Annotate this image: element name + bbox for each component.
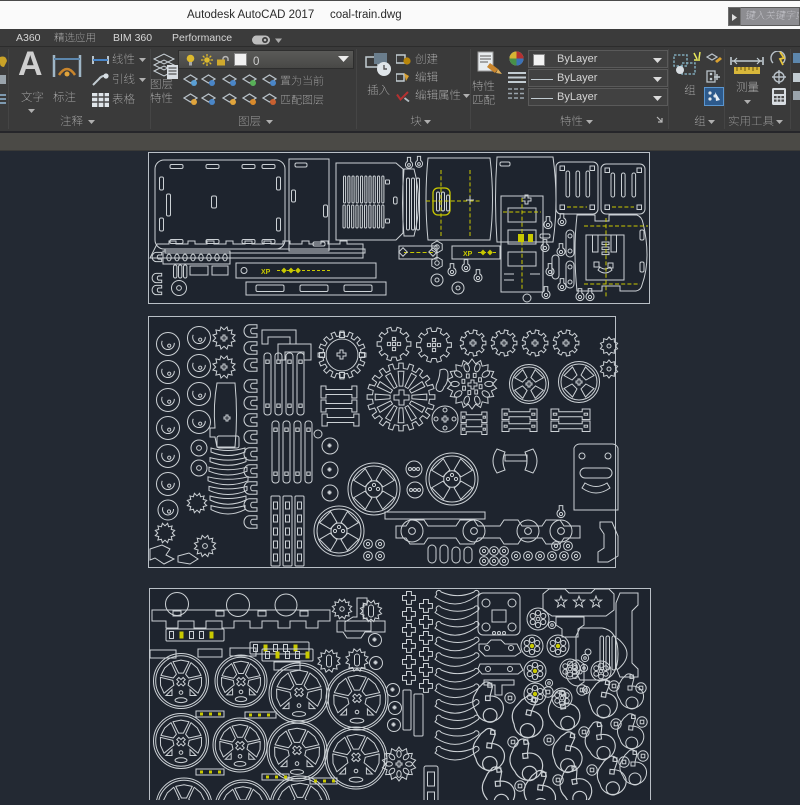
svg-text:XP: XP xyxy=(463,251,473,258)
svg-text:XP: XP xyxy=(261,269,271,276)
